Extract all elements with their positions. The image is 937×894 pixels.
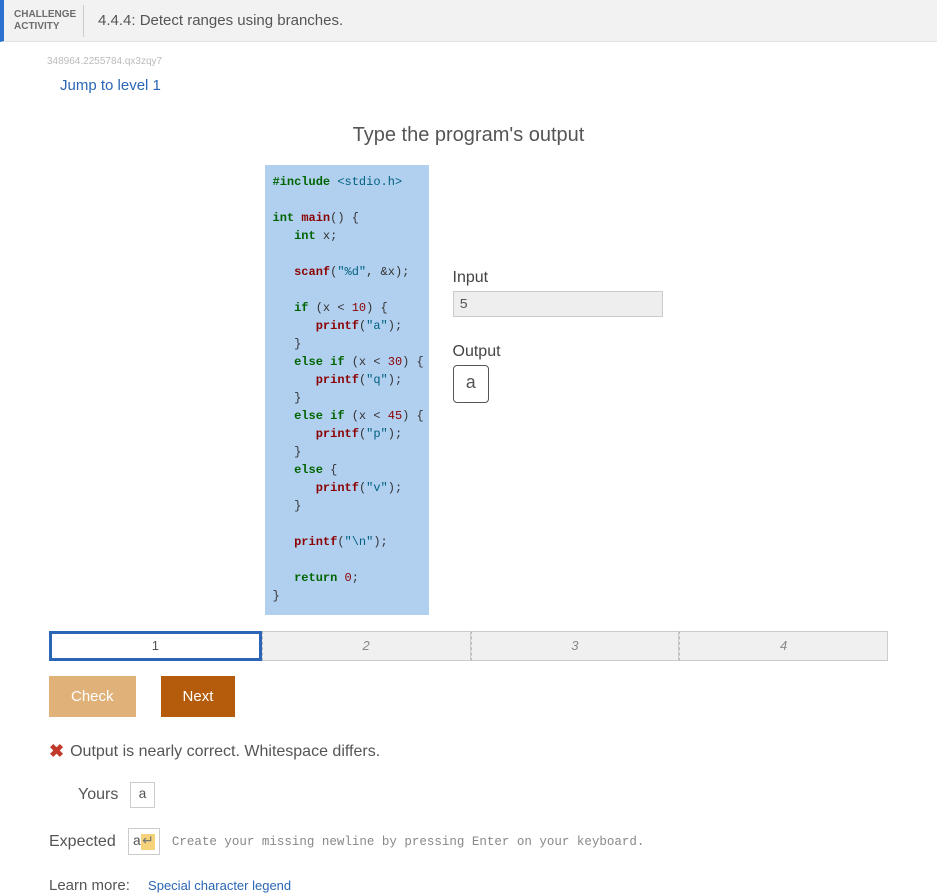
next-button[interactable]: Next: [161, 676, 236, 717]
activity-header: CHALLENGE ACTIVITY 4.4.4: Detect ranges …: [0, 0, 937, 42]
newline-icon: ↵: [141, 834, 155, 850]
user-output-answer[interactable]: a: [453, 365, 490, 403]
check-button[interactable]: Check: [49, 676, 136, 717]
program-input-field: 5: [453, 291, 663, 317]
learn-more-label: Learn more:: [49, 877, 130, 894]
activity-title: 4.4.4: Detect ranges using branches.: [84, 12, 343, 29]
expected-label: Expected: [49, 833, 116, 851]
input-label: Input: [453, 269, 673, 287]
source-code-panel: #include <stdio.h> int main() { int x; s…: [265, 165, 429, 615]
level-selector: 1 2 3 4: [49, 631, 888, 661]
level-tab-3[interactable]: 3: [471, 631, 680, 661]
challenge-line1: CHALLENGE: [14, 9, 76, 20]
expected-hint: Create your missing newline by pressing …: [172, 835, 645, 849]
yours-value: a: [130, 782, 154, 808]
yours-label: Yours: [78, 786, 118, 804]
incorrect-icon: ✖: [49, 741, 64, 762]
level-tab-4[interactable]: 4: [679, 631, 888, 661]
output-label: Output: [453, 343, 673, 361]
challenge-line2: ACTIVITY: [14, 21, 60, 32]
feedback-message: Output is nearly correct. Whitespace dif…: [70, 743, 380, 761]
level-tab-2[interactable]: 2: [262, 631, 471, 661]
special-character-legend-link[interactable]: Special character legend: [148, 878, 291, 893]
jump-to-level-link[interactable]: Jump to level 1: [60, 77, 161, 94]
expected-value: a↵: [128, 828, 160, 855]
content-id: 348964.2255784.qx3zqy7: [47, 56, 937, 67]
level-tab-1[interactable]: 1: [49, 631, 262, 661]
prompt-text: Type the program's output: [0, 124, 937, 147]
challenge-activity-tag: CHALLENGE ACTIVITY: [4, 5, 84, 37]
